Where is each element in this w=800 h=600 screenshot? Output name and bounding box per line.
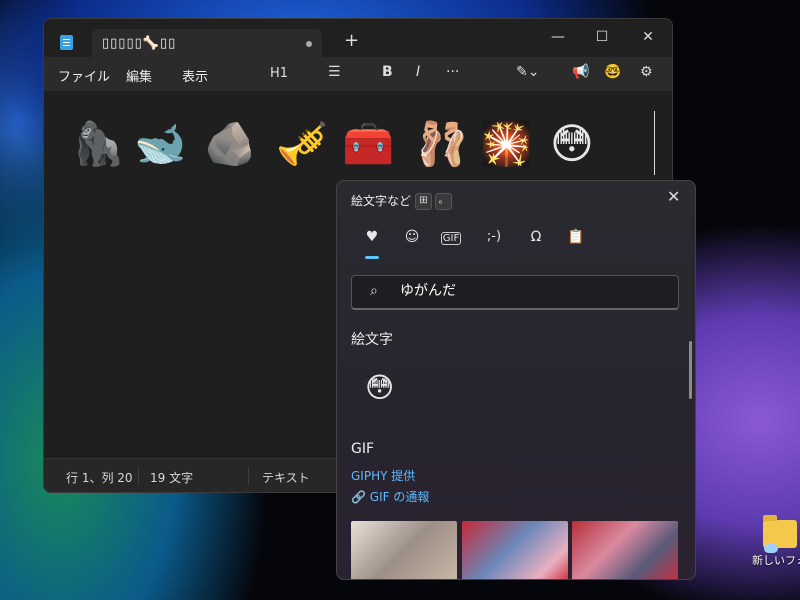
status-divider: [138, 467, 139, 485]
new-tab-button[interactable]: +: [344, 32, 359, 50]
tab-symbols[interactable]: Ω: [523, 229, 549, 245]
search-box[interactable]: ⌕: [351, 275, 679, 310]
menu-edit[interactable]: 編集: [126, 66, 152, 85]
list-button[interactable]: ☰: [328, 64, 341, 80]
gear-icon[interactable]: ⚙: [640, 64, 653, 80]
content-emoji: 🩰: [416, 119, 469, 168]
status-position: 行 1、列 20: [66, 471, 133, 485]
avatar[interactable]: 🤓: [604, 64, 621, 80]
gif-thumbnail[interactable]: [572, 521, 678, 579]
italic-button[interactable]: I: [416, 64, 420, 80]
text-caret: [654, 111, 655, 175]
minimize-button[interactable]: —: [544, 25, 572, 49]
more-button[interactable]: ···: [446, 64, 459, 80]
cloud-sync-icon: [764, 544, 778, 553]
status-mode: テキスト: [262, 471, 310, 485]
emoji-result[interactable]: 😳: [365, 371, 394, 404]
desktop-folder-label: 新しいフォル: [752, 554, 800, 567]
notepad-app-icon: [60, 35, 73, 50]
scrollbar[interactable]: [689, 341, 692, 399]
search-icon: ⌕: [370, 283, 378, 299]
maximize-button[interactable]: ☐: [588, 25, 616, 49]
heading-button[interactable]: H1: [270, 66, 288, 81]
gif-thumbnail[interactable]: [462, 521, 568, 579]
period-key-icon: 。: [435, 193, 452, 210]
windows-key-icon: ⊞: [415, 193, 432, 210]
status-divider: [248, 467, 249, 485]
content-emoji: 🐋: [134, 119, 187, 168]
giphy-attribution-link[interactable]: GIPHY 提供: [351, 467, 415, 484]
menu-file[interactable]: ファイル: [58, 66, 110, 85]
title-bar: ▯▯▯▯▯🦴▯▯ + — ☐ ✕: [44, 19, 672, 59]
content-emoji: 😳: [550, 119, 594, 168]
tab-favorites[interactable]: ♥: [359, 229, 385, 245]
content-emoji: 🧰: [342, 119, 395, 168]
menu-view[interactable]: 表示: [182, 66, 208, 85]
tab-clipboard[interactable]: 📋: [563, 229, 589, 245]
tab-title: ▯▯▯▯▯🦴▯▯: [102, 36, 177, 51]
megaphone-icon[interactable]: 📢: [572, 64, 589, 80]
document-tab[interactable]: ▯▯▯▯▯🦴▯▯: [92, 29, 322, 59]
emoji-panel: 絵文字など ⊞ 。 ✕ ♥ ☺ GIF ;-) Ω 📋 ⌕ 絵文字 😳 GIF …: [336, 180, 696, 580]
search-input[interactable]: [398, 281, 662, 299]
content-emoji: 🎺: [276, 119, 329, 168]
section-gif-heading: GIF: [351, 441, 375, 457]
tab-emoji[interactable]: ☺: [399, 229, 425, 245]
content-emoji: 🪨: [204, 119, 257, 168]
close-window-button[interactable]: ✕: [634, 25, 662, 49]
report-gif-label: GIF の通報: [369, 490, 430, 504]
status-char-count: 19 文字: [150, 471, 194, 485]
unsaved-dot-icon[interactable]: [306, 41, 312, 47]
tab-gif[interactable]: GIF: [441, 232, 461, 245]
gif-thumbnail[interactable]: [351, 521, 457, 579]
close-icon[interactable]: ✕: [667, 187, 680, 206]
panel-title: 絵文字など: [351, 194, 412, 208]
content-emoji: 🎇: [480, 119, 533, 168]
section-emoji-heading: 絵文字: [351, 332, 393, 348]
tab-kaomoji[interactable]: ;-): [481, 229, 507, 244]
bold-button[interactable]: B: [382, 64, 393, 80]
copilot-rewrite-icon[interactable]: ✎⌄: [516, 64, 539, 80]
link-icon: 🔗: [351, 490, 366, 504]
content-emoji: 🦍: [72, 119, 125, 168]
active-tab-indicator: [365, 256, 379, 259]
menu-bar: ファイル 編集 表示 H1 ☰ B I ··· ✎⌄ 📢 🤓 ⚙: [44, 57, 672, 91]
report-gif-link[interactable]: 🔗 GIF の通報: [351, 488, 429, 505]
desktop-folder[interactable]: 新しいフォル: [752, 515, 800, 568]
